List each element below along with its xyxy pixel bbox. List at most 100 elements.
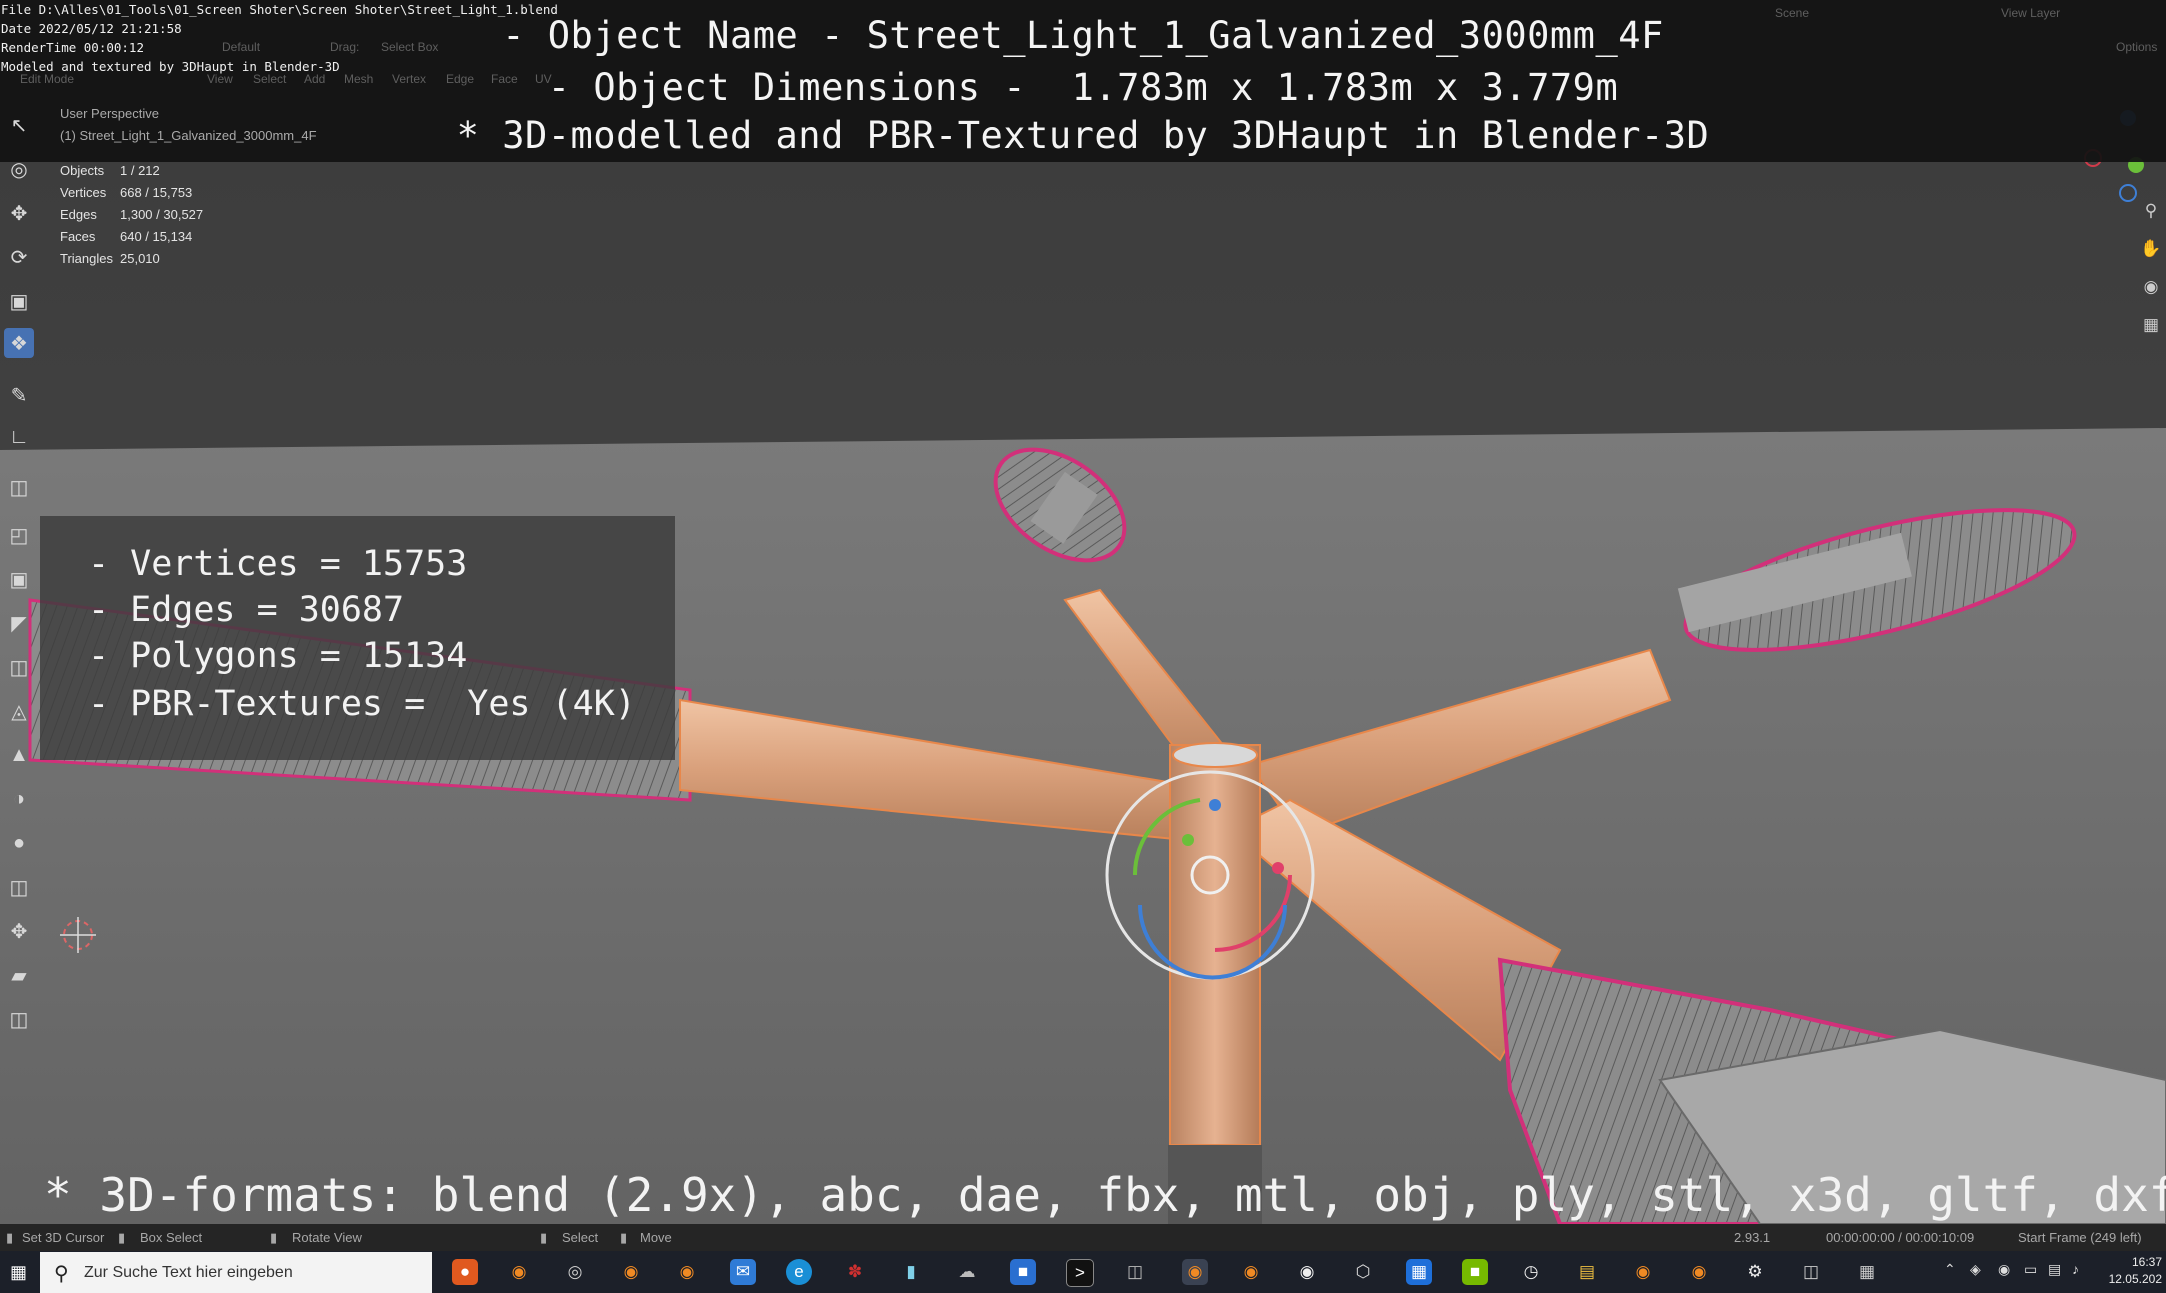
search-icon: ⚲ — [54, 1263, 69, 1285]
stats-label: Faces — [60, 229, 96, 244]
windows-taskbar: ▦ ⚲ Zur Suche Text hier eingeben ● ◉ ◎ ◉… — [0, 1251, 2166, 1293]
status-box-select: Box Select — [140, 1230, 203, 1245]
steam-icon[interactable]: ◎ — [562, 1259, 588, 1285]
camera-icon[interactable]: ◉ — [2140, 276, 2162, 298]
mouse-left-icon: ▮ — [6, 1230, 14, 1245]
annotate-icon[interactable]: ✎ — [4, 380, 34, 410]
app-icon[interactable]: ▦ — [1854, 1259, 1880, 1285]
blender-icon[interactable]: ◉ — [674, 1259, 700, 1285]
stats-row: Vertices 668 / 15,753 — [60, 182, 203, 204]
mouse-right-icon: ▮ — [270, 1230, 278, 1245]
clock-time: 16:37 — [2131, 1255, 2162, 1269]
mouse-middle-icon: ▮ — [118, 1230, 126, 1245]
volume-icon[interactable]: ♪ — [2072, 1261, 2079, 1277]
info-polygons: - Polygons = 15134 — [88, 636, 468, 676]
measure-icon[interactable]: ∟ — [4, 422, 34, 452]
stats-value: 668 / 15,753 — [120, 185, 193, 200]
calendar-icon[interactable]: ▦ — [1406, 1259, 1432, 1285]
knife-icon[interactable]: ◬ — [4, 696, 34, 726]
blender-active-icon[interactable]: ◉ — [1182, 1259, 1208, 1285]
stats-row: Edges 1,300 / 30,527 — [60, 204, 203, 226]
poly-build-icon[interactable]: ▲ — [4, 740, 34, 770]
stats-label: Triangles — [60, 251, 113, 266]
add-cube-icon[interactable]: ◫ — [4, 472, 34, 502]
stats-value: 640 / 15,134 — [120, 229, 193, 244]
status-version: 2.93.1 — [1734, 1230, 1771, 1245]
formats-line: * 3D-formats: blend (2.9x), abc, dae, fb… — [44, 1168, 2166, 1222]
status-set-cursor: Set 3D Cursor — [22, 1230, 105, 1245]
clock-app-icon[interactable]: ◷ — [1518, 1259, 1544, 1285]
firefox-icon[interactable]: ● — [452, 1259, 478, 1285]
app-icon[interactable]: ☁ — [954, 1259, 980, 1285]
extrude-icon[interactable]: ◰ — [4, 520, 34, 550]
blender-icon[interactable]: ◉ — [1630, 1259, 1656, 1285]
info-pbr-textures: - PBR-Textures = Yes (4K) — [88, 684, 636, 724]
stats-row: Faces 640 / 15,134 — [60, 226, 203, 248]
status-move: Move — [640, 1230, 672, 1245]
rotate-icon[interactable]: ⟳ — [4, 242, 34, 272]
app-icon[interactable]: ◉ — [1294, 1259, 1320, 1285]
credit-title: * 3D-modelled and PBR-Textured by 3DHaup… — [456, 114, 1710, 157]
status-timecode: 00:00:00:00 / 00:00:10:09 — [1826, 1230, 1975, 1245]
zoom-icon[interactable]: ⚲ — [2140, 200, 2162, 222]
stats-overlay: Objects 1 / 212 Vertices 668 / 15,753 Edge… — [60, 160, 203, 270]
mouse-select-icon: ▮ — [540, 1230, 548, 1245]
blender-icon[interactable]: ◉ — [1686, 1259, 1712, 1285]
mail-icon[interactable]: ✉ — [730, 1259, 756, 1285]
grid-icon[interactable]: ▦ — [2140, 314, 2162, 336]
cursor-icon[interactable]: ◎ — [4, 154, 34, 184]
nvidia-icon[interactable]: ■ — [1462, 1259, 1488, 1285]
info-vertices: - Vertices = 15753 — [88, 544, 468, 584]
tray-chevron-icon[interactable]: ⌃ — [1944, 1261, 1956, 1278]
shear-icon[interactable]: ▰ — [4, 960, 34, 990]
blender-icon[interactable]: ◉ — [618, 1259, 644, 1285]
taskbar-search-box[interactable]: ⚲ Zur Suche Text hier eingeben — [40, 1252, 432, 1293]
smooth-icon[interactable]: ● — [4, 828, 34, 858]
select-icon[interactable]: ↖ — [4, 110, 34, 140]
stats-value: 25,010 — [120, 251, 160, 266]
pan-hand-icon[interactable]: ✋ — [2140, 238, 2162, 260]
viewport-object-label: (1) Street_Light_1_Galvanized_3000mm_4F — [60, 128, 317, 143]
move-icon[interactable]: ✥ — [4, 198, 34, 228]
object-name-title: - Object Name - Street_Light_1_Galvanize… — [502, 14, 1664, 57]
transform-icon[interactable]: ❖ — [4, 328, 34, 358]
stats-row: Objects 1 / 212 — [60, 160, 203, 182]
shrink-icon[interactable]: ✥ — [4, 916, 34, 946]
scale-icon[interactable]: ▣ — [4, 286, 34, 316]
taskbar-clock[interactable]: 16:37 12.05.202 — [2109, 1254, 2162, 1288]
windows-start-icon[interactable]: ▦ — [10, 1263, 28, 1281]
folder-icon[interactable]: ▤ — [1574, 1259, 1600, 1285]
spin-icon[interactable]: ◑ — [4, 784, 34, 814]
app-icon[interactable]: ◫ — [1122, 1259, 1148, 1285]
mouse-move-icon: ▮ — [620, 1230, 628, 1245]
app-icon[interactable]: ■ — [1010, 1259, 1036, 1285]
stats-label: Vertices — [60, 185, 107, 200]
viewport-perspective-label: User Perspective — [60, 106, 159, 121]
blender-icon[interactable]: ◉ — [1238, 1259, 1264, 1285]
network-icon[interactable]: ▤ — [2048, 1261, 2061, 1278]
app-icon[interactable]: ◫ — [1798, 1259, 1824, 1285]
bevel-icon[interactable]: ◤ — [4, 608, 34, 638]
tray-app-icon[interactable]: ◈ — [1970, 1261, 1981, 1278]
stats-value: 1,300 / 30,527 — [120, 207, 204, 222]
terminal-icon[interactable]: > — [1066, 1259, 1094, 1287]
rip-icon[interactable]: ◫ — [4, 1004, 34, 1034]
notepad-icon[interactable]: ▮ — [898, 1259, 924, 1285]
status-bar: ▮ Set 3D Cursor ▮ Box Select ▮ Rotate Vi… — [0, 1224, 2166, 1251]
edge-slide-icon[interactable]: ◫ — [4, 872, 34, 902]
status-start-frame: Start Frame (249 left) — [2018, 1230, 2142, 1245]
stats-label: Edges — [60, 207, 97, 222]
paint-icon[interactable]: ✽ — [842, 1259, 868, 1285]
search-placeholder: Zur Suche Text hier eingeben — [84, 1264, 293, 1281]
stats-label: Objects — [60, 163, 105, 178]
edge-browser-icon[interactable]: e — [786, 1259, 812, 1285]
clock-date: 12.05.202 — [2108, 1272, 2162, 1286]
inset-icon[interactable]: ▣ — [4, 564, 34, 594]
tray-app-icon[interactable]: ◉ — [1998, 1261, 2010, 1278]
blender-icon[interactable]: ◉ — [506, 1259, 532, 1285]
settings-gear-icon[interactable]: ⚙ — [1742, 1259, 1768, 1285]
3d-viewer-icon[interactable]: ⬡ — [1350, 1259, 1376, 1285]
tool-shelf: ↖ ◎ ✥ ⟳ ▣ ❖ ✎ ∟ ◫ ◰ ▣ ◤ ◫ ◬ ▲ ◑ ● ◫ ✥ ▰ … — [0, 108, 40, 1088]
loop-cut-icon[interactable]: ◫ — [4, 652, 34, 682]
battery-icon[interactable]: ▭ — [2024, 1261, 2037, 1278]
